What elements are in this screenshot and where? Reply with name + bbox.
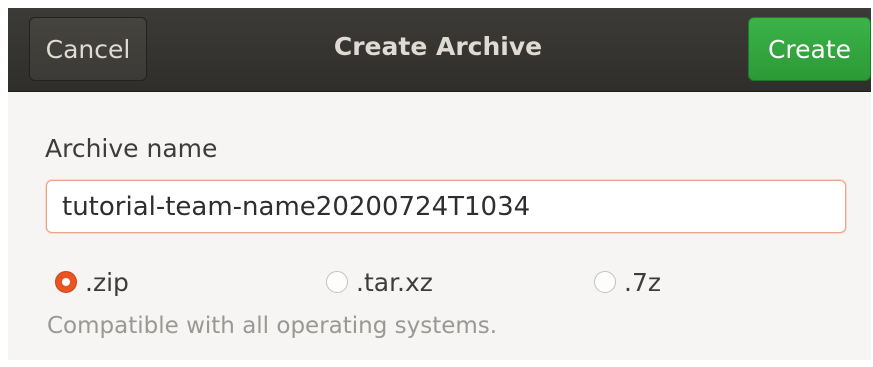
format-label-zip: .zip xyxy=(85,267,129,297)
format-radio-tar-xz[interactable]: .tar.xz xyxy=(326,264,433,300)
create-button[interactable]: Create xyxy=(748,17,871,81)
format-label-7z: .7z xyxy=(624,267,661,297)
create-archive-dialog: Cancel Create Archive Create Archive nam… xyxy=(8,8,871,360)
archive-name-input[interactable] xyxy=(46,180,846,233)
radio-unchecked-icon[interactable] xyxy=(594,271,616,293)
format-label-tar-xz: .tar.xz xyxy=(356,267,433,297)
radio-unchecked-icon[interactable] xyxy=(326,271,348,293)
format-radio-zip[interactable]: .zip xyxy=(55,264,129,300)
archive-name-label: Archive name xyxy=(45,134,218,163)
format-hint-text: Compatible with all operating systems. xyxy=(47,313,498,339)
format-radio-7z[interactable]: .7z xyxy=(594,264,661,300)
cancel-button[interactable]: Cancel xyxy=(29,17,147,81)
radio-checked-icon[interactable] xyxy=(55,271,77,293)
dialog-title: Create Archive xyxy=(333,32,543,61)
header-bar: Cancel Create Archive Create xyxy=(8,8,871,92)
